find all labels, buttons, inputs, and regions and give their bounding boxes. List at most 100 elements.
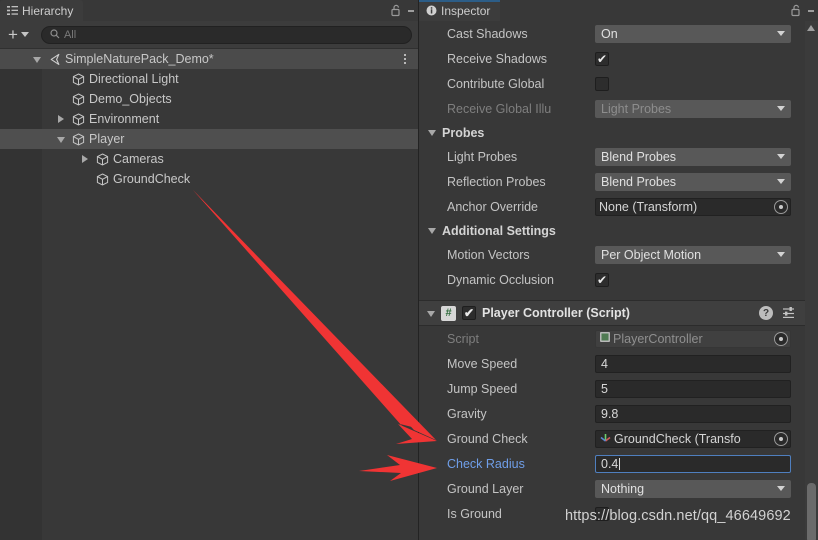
number-field-value: 4 <box>601 356 608 371</box>
tab-inspector-label: Inspector <box>441 3 491 18</box>
chevron-down-icon <box>777 106 785 111</box>
inspector-content: Cast Shadows On Receive Shadows ✔ Contribute… <box>419 21 818 540</box>
object-picker-icon[interactable] <box>774 331 788 346</box>
tab-inspector[interactable]: Inspector <box>419 0 501 21</box>
inspector-row-label: Reflection Probes <box>447 174 546 189</box>
number-field[interactable]: 9.8 <box>595 404 791 423</box>
inspector-row-jump-speed: Jump Speed 5 <box>419 376 818 401</box>
foldout-expanded-icon <box>428 129 436 136</box>
foldout-collapsed-icon[interactable] <box>78 152 92 166</box>
checkbox-checked[interactable]: ✔ <box>595 272 609 287</box>
dropdown-on[interactable]: On <box>595 24 791 43</box>
search-input[interactable]: All <box>40 25 412 44</box>
create-gameobject-button[interactable]: + <box>6 26 33 43</box>
kebab-menu-icon[interactable] <box>808 8 814 13</box>
inspector-row-contribute-global: Contribute Global <box>419 71 818 96</box>
hierarchy-row-label: GroundCheck <box>113 172 191 186</box>
number-field-value: 5 <box>601 381 608 396</box>
foldout-expanded-icon[interactable] <box>54 132 68 146</box>
text-cursor <box>619 457 621 470</box>
dropdown-light-probes[interactable]: Light Probes <box>595 99 791 118</box>
object-field-none-transform-[interactable]: None (Transform) <box>595 197 791 216</box>
foldout-expanded-icon[interactable] <box>427 306 435 320</box>
inspector-section-probes[interactable]: Probes <box>419 121 818 144</box>
inspector-section-title: Additional Settings <box>442 223 556 238</box>
gameobject-cube-icon <box>72 112 85 126</box>
foldout-expanded-icon[interactable] <box>30 52 44 66</box>
hierarchy-tabbar: Hierarchy <box>0 0 418 21</box>
checkbox-unchecked[interactable] <box>595 76 609 91</box>
component-header-player-controller[interactable]: # ✔ Player Controller (Script)? <box>419 300 818 326</box>
inspector-row-control: 9.8 <box>595 404 791 423</box>
inspector-section-additional-settings[interactable]: Additional Settings <box>419 219 818 242</box>
gameobject-cube-icon <box>72 72 85 86</box>
number-field[interactable]: 5 <box>595 379 791 398</box>
inspector-row-label: Jump Speed <box>447 381 518 396</box>
inspector-row-label: Ground Check <box>447 431 528 446</box>
object-picker-icon[interactable] <box>774 199 788 214</box>
hierarchy-row-simplenaturepack-demo[interactable]: SimpleNaturePack_Demo* <box>0 49 418 69</box>
dropdown-blend-probes[interactable]: Blend Probes <box>595 147 791 166</box>
inspector-row-control: 5 <box>595 379 791 398</box>
inspector-panel: Inspector Cast Shadows On Receive Shadows ✔… <box>418 0 818 540</box>
inspector-row-check-radius: Check Radius 0.4 <box>419 451 818 476</box>
inspector-tabbar: Inspector <box>419 0 818 21</box>
hierarchy-row-label: Demo_Objects <box>89 92 172 106</box>
object-field-playercontroller[interactable]: PlayerController <box>595 329 791 348</box>
hierarchy-row-player[interactable]: Player <box>0 129 418 149</box>
dropdown-blend-probes[interactable]: Blend Probes <box>595 172 791 191</box>
chevron-icon <box>82 155 88 163</box>
hierarchy-row-label: Player <box>89 132 125 146</box>
inspector-row-label: Light Probes <box>447 149 518 164</box>
inspector-row-receive-global-illu: Receive Global Illu Light Probes <box>419 96 818 121</box>
check-icon: ✔ <box>463 306 475 320</box>
kebab-menu-icon[interactable] <box>408 8 414 13</box>
inspector-row-light-probes: Light Probes Blend Probes <box>419 144 818 169</box>
tab-hierarchy[interactable]: Hierarchy <box>0 0 84 21</box>
hierarchy-tree: SimpleNaturePack_Demo* Directional Light D… <box>0 49 418 540</box>
dropdown-value: Nothing <box>601 481 645 496</box>
number-field[interactable]: 0.4 <box>595 454 791 473</box>
object-field-value: GroundCheck (Transfo <box>614 431 741 446</box>
preset-icon[interactable] <box>782 305 796 322</box>
info-icon <box>426 5 437 16</box>
foldout-expanded-icon <box>428 227 436 234</box>
inspector-row-cast-shadows: Cast Shadows On <box>419 21 818 46</box>
component-header-actions: ? <box>759 305 811 322</box>
foldout-collapsed-icon[interactable] <box>54 112 68 126</box>
inspector-row-label: Receive Shadows <box>447 51 548 66</box>
help-icon[interactable]: ? <box>759 306 773 320</box>
hierarchy-row-demo-objects[interactable]: Demo_Objects <box>0 89 418 109</box>
hierarchy-row-environment[interactable]: Environment <box>0 109 418 129</box>
hierarchy-row-groundcheck[interactable]: GroundCheck <box>0 169 418 189</box>
hierarchy-row-menu-icon[interactable] <box>404 53 406 66</box>
hierarchy-row-directional-light[interactable]: Directional Light <box>0 69 418 89</box>
hierarchy-row-label: Environment <box>89 112 160 126</box>
hierarchy-row-cameras[interactable]: Cameras <box>0 149 418 169</box>
inspector-scrollbar[interactable] <box>805 21 818 540</box>
number-field-value: 9.8 <box>601 406 619 421</box>
dropdown-value: Blend Probes <box>601 174 677 189</box>
scroll-up-arrow-icon[interactable] <box>807 25 815 31</box>
number-field[interactable]: 4 <box>595 354 791 373</box>
dropdown-nothing[interactable]: Nothing <box>595 479 791 498</box>
gameobject-cube-icon <box>96 172 109 186</box>
inspector-row-label: Move Speed <box>447 356 518 371</box>
lock-open-icon[interactable] <box>390 4 402 17</box>
inspector-row-control: Blend Probes <box>595 172 791 191</box>
dropdown-per-object-motion[interactable]: Per Object Motion <box>595 245 791 264</box>
number-field-value: 0.4 <box>601 456 619 471</box>
object-field-groundcheck-transfo[interactable]: GroundCheck (Transfo <box>595 429 791 448</box>
lock-open-icon[interactable] <box>790 4 802 17</box>
dropdown-value: Per Object Motion <box>601 247 702 262</box>
object-picker-icon[interactable] <box>774 431 788 446</box>
inspector-row-control: GroundCheck (Transfo <box>595 429 791 448</box>
scrollbar-thumb[interactable] <box>807 483 816 540</box>
checkbox-checked[interactable]: ✔ <box>595 51 609 66</box>
csharp-script-icon: # <box>441 305 456 321</box>
gameobject-cube-icon <box>72 132 85 146</box>
plus-icon: + <box>8 25 18 44</box>
inspector-row-receive-shadows: Receive Shadows ✔ <box>419 46 818 71</box>
inspector-row-move-speed: Move Speed 4 <box>419 351 818 376</box>
checkbox-checked[interactable]: ✔ <box>462 306 476 320</box>
